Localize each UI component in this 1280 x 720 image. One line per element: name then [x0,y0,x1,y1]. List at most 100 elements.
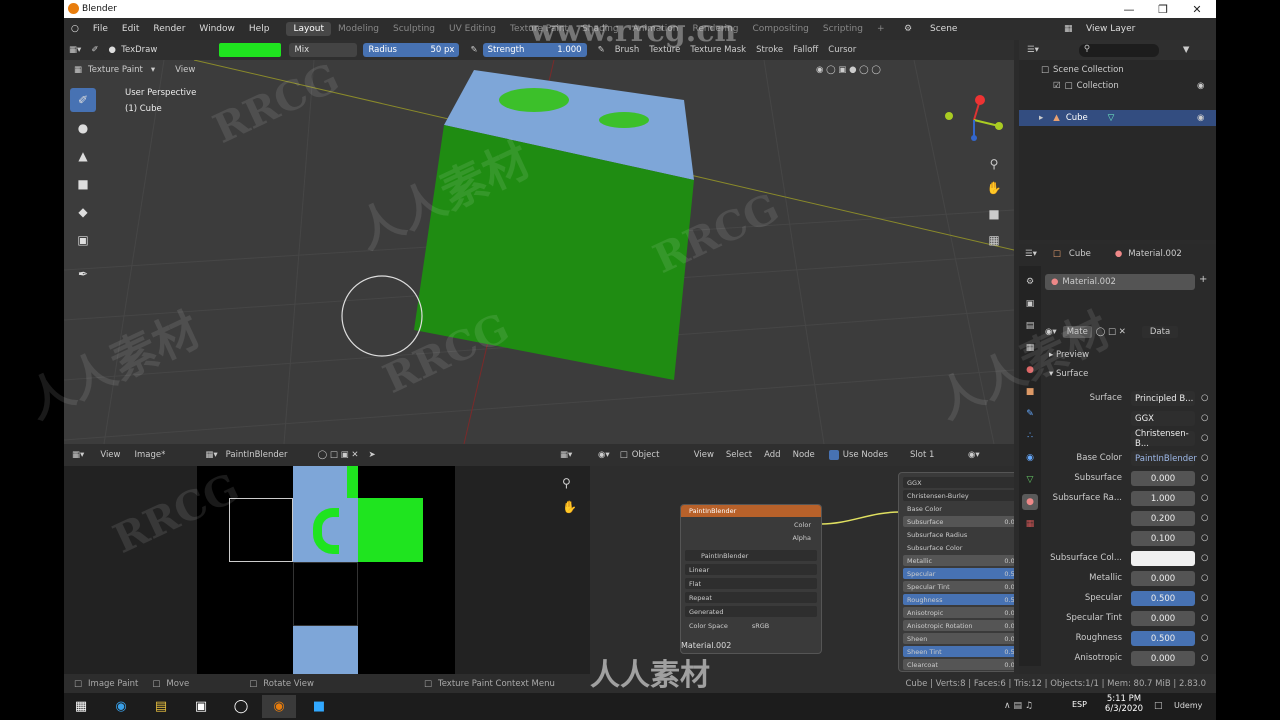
falloff-dropdown[interactable]: Falloff [788,45,823,55]
brush-color-swatch[interactable] [219,43,282,57]
zoom-icon[interactable]: ⚲ [984,154,1004,174]
maximize-button[interactable]: ❐ [1146,0,1180,18]
checkbox-icon[interactable]: ☑ [1053,81,1061,91]
bsdf-input-row[interactable]: Specular Tint 0.000 [903,581,1014,592]
image-pan-icon[interactable]: ✋ [562,500,577,514]
image-menu[interactable]: Image* [134,450,165,460]
blender-taskbar-icon[interactable]: ◉ [262,695,296,718]
image-browse-icon[interactable]: ▦▾ [205,450,217,460]
bsdf-input-row[interactable]: Subsurface Color [903,542,1014,553]
material-browse-icon[interactable]: ◉▾ [1045,327,1057,337]
tab-texture-paint[interactable]: Texture Paint [503,22,575,36]
smear-tool-button[interactable]: ▲ [70,144,96,168]
link-data-dropdown[interactable]: Data [1141,326,1179,338]
store-icon[interactable]: ▣ [184,695,218,718]
bsdf-input-row[interactable]: Sheen Tint 0.500 [903,646,1014,657]
bsdf-input-row[interactable]: Metallic 0.000 [903,555,1014,566]
bsdf-input-row[interactable]: Anisotropic Rotation 0.000 [903,620,1014,631]
image-zoom-icon[interactable]: ⚲ [562,476,571,490]
prop-value-field[interactable]: GGX [1131,411,1195,426]
prop-value-field[interactable]: 0.000 [1131,611,1195,626]
tex-interpolation-dropdown[interactable]: Linear [685,564,817,575]
prop-value-field[interactable]: 0.500 [1131,591,1195,606]
outliner-row-collection[interactable]: ☑ □ Collection ◉ [1019,78,1216,94]
bsdf-input-row[interactable]: Christensen-Burley [903,490,1014,501]
link-socket-icon[interactable]: ○ [1201,533,1208,543]
visibility-eye-icon[interactable]: ◉ [1197,81,1204,91]
prop-value-field[interactable]: 0.000 [1131,571,1195,586]
tex-extension-dropdown[interactable]: Repeat [685,592,817,603]
cursor-dropdown[interactable]: Cursor [823,45,861,55]
tab-rendering[interactable]: Rendering [686,22,746,36]
3d-viewport[interactable]: ▦ Texture Paint ▾ View ◉ ◯ ▣ ● ◯ ◯ ✐ ● ▲… [64,60,1014,444]
add-workspace-icon[interactable]: + [870,22,892,36]
prop-value-field[interactable]: Principled B... [1131,391,1195,406]
view-layer-field[interactable]: View Layer [1086,24,1135,34]
prop-value-field[interactable]: 0.000 [1131,651,1195,666]
mode-dropdown[interactable]: Texture Paint [88,65,143,75]
tab-modeling[interactable]: Modeling [331,22,386,36]
prop-value-field[interactable]: 1.000 [1131,491,1195,506]
bsdf-input-row[interactable]: Subsurface 0.000 [903,516,1014,527]
link-socket-icon[interactable]: ○ [1201,413,1208,423]
particles-tab-icon[interactable]: ∴ [1022,428,1038,444]
data-tab-icon[interactable]: ▽ [1022,472,1038,488]
tool-tab-icon[interactable]: ⚙ [1022,274,1038,290]
language-indicator[interactable]: ESP [1072,700,1087,709]
add-slot-button[interactable]: + [1199,274,1207,285]
physics-tab-icon[interactable]: ◉ [1022,450,1038,466]
view-menu[interactable]: View [175,65,195,75]
texture-canvas[interactable] [197,466,455,674]
blender-menu-icon[interactable]: ○ [64,24,86,34]
material-name-field[interactable]: Mate [1062,326,1092,338]
outliner-editor-icon[interactable]: ☰▾ [1027,45,1039,55]
display-mode-icon[interactable]: ▦▾ [560,450,572,460]
scene-field[interactable]: Scene [930,24,957,34]
strength-slider[interactable]: Strength 1.000 [482,43,587,57]
image-view-menu[interactable]: View [100,450,120,460]
prop-value-field[interactable]: PaintInBlender [1131,451,1197,466]
output-tab-icon[interactable]: ▤ [1022,318,1038,334]
bsdf-input-row[interactable]: Roughness 0.500 [903,594,1014,605]
texture-tab-icon[interactable]: ▦ [1022,516,1038,532]
visibility-eye-icon[interactable]: ◉ [1197,113,1204,123]
bsdf-input-row[interactable]: Clearcoat 0.000 [903,659,1014,670]
fake-user-icon[interactable]: ◯ □ ✕ [1096,327,1126,337]
filter-icon[interactable]: ▼ [1183,45,1190,55]
outliner-search-input[interactable]: ⚲ [1078,43,1159,57]
mask-tool-button[interactable]: ▣ [70,228,96,252]
soften-tool-button[interactable]: ● [70,116,96,140]
photoshop-icon[interactable]: ■ [302,695,336,718]
link-socket-icon[interactable]: ○ [1201,493,1208,503]
prop-value-field[interactable]: 0.500 [1131,631,1195,646]
preview-section-header[interactable]: ▸ Preview [1049,350,1089,360]
tab-shading[interactable]: Shading [575,22,626,36]
navigation-gizmo[interactable] [944,90,1004,150]
link-socket-icon[interactable]: ○ [1201,633,1208,643]
tab-animation[interactable]: Animation [626,22,686,36]
material-slot-list[interactable]: ● Material.002 [1045,274,1195,290]
expand-icon[interactable]: ▸ [1039,113,1043,123]
image-name-field[interactable]: PaintInBlender [226,450,318,460]
properties-editor-icon[interactable]: ☰▾ [1025,249,1037,259]
menu-render[interactable]: Render [146,24,192,34]
radius-pressure-icon[interactable]: ✎ [465,45,482,55]
material-tab-icon[interactable]: ● [1022,494,1038,510]
prop-value-field[interactable]: 0.100 [1131,531,1195,546]
image-texture-node[interactable]: PaintInBlender Color Alpha PaintInBlende… [680,504,822,654]
menu-help[interactable]: Help [242,24,277,34]
brush-icon[interactable]: ✐ [86,45,103,55]
tex-image-field[interactable]: PaintInBlender [685,550,817,561]
prop-value-field[interactable]: 0.000 [1131,471,1195,486]
tab-uv-editing[interactable]: UV Editing [442,22,503,36]
link-socket-icon[interactable]: ○ [1201,433,1208,443]
bsdf-input-row[interactable]: Subsurface Radius [903,529,1014,540]
modifier-tab-icon[interactable]: ✎ [1022,406,1038,422]
close-button[interactable]: ✕ [1180,0,1214,18]
prop-value-field[interactable] [1131,551,1195,566]
tab-sculpting[interactable]: Sculpting [386,22,442,36]
xbox-icon[interactable]: ◯ [224,695,258,718]
tab-layout[interactable]: Layout [286,22,332,36]
principled-bsdf-node[interactable]: GGX Christensen-Burley Base Color Subsurfac… [898,472,1014,672]
outliner-row-scene-collection[interactable]: □ Scene Collection [1019,62,1216,78]
